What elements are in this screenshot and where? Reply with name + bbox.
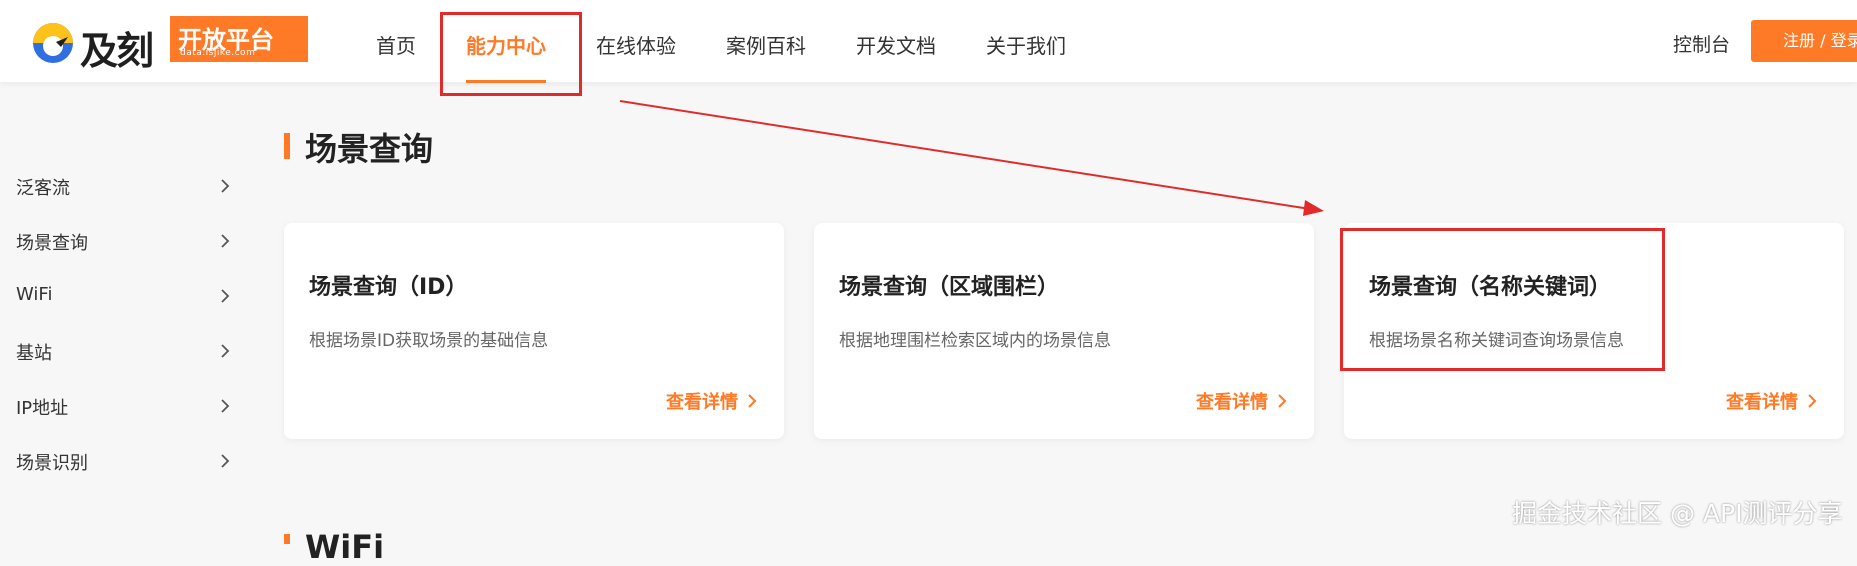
view-details-link[interactable]: 查看详情 xyxy=(1196,388,1288,414)
view-details-label: 查看详情 xyxy=(1726,392,1798,413)
view-details-label: 查看详情 xyxy=(666,392,738,413)
card-scene-query-geofence[interactable]: 场景查询（区域围栏） 根据地理围栏检索区域内的场景信息 查看详情 xyxy=(814,223,1314,439)
bird-logo-icon xyxy=(33,23,73,63)
watermark: 掘金技术社区 @ API测评分享 xyxy=(1512,499,1843,528)
nav-case-encyclopedia[interactable]: 案例百科 xyxy=(726,30,806,59)
nav-online-trial[interactable]: 在线体验 xyxy=(596,30,676,59)
console-link[interactable]: 控制台 xyxy=(1673,30,1730,57)
sidebar-item-label: 基站 xyxy=(16,343,52,364)
card-title: 场景查询（区域围栏） xyxy=(839,275,1060,300)
card-description: 根据地理围栏检索区域内的场景信息 xyxy=(839,331,1111,351)
logo-text: 及刻 xyxy=(80,29,154,73)
section-accent-bar xyxy=(284,534,290,544)
sidebar-item-base-station[interactable]: 基站 xyxy=(16,339,232,369)
chevron-right-icon xyxy=(221,344,230,358)
logo-tag: 开放平台 data.isjike.com xyxy=(170,16,308,62)
section-title-wifi: WiFi xyxy=(305,528,385,566)
nav-about-us[interactable]: 关于我们 xyxy=(986,30,1066,59)
chevron-right-icon xyxy=(221,179,230,193)
logo[interactable]: 及刻 开放平台 data.isjike.com xyxy=(30,16,308,73)
view-details-link[interactable]: 查看详情 xyxy=(1726,388,1818,414)
section-title: 场景查询 xyxy=(305,130,434,168)
sidebar-item-label: 泛客流 xyxy=(16,178,70,199)
logo-domain: data.isjike.com xyxy=(180,48,256,58)
chevron-right-icon xyxy=(748,394,757,408)
chevron-right-icon xyxy=(1278,394,1287,408)
sidebar-item-label: 场景查询 xyxy=(16,233,88,254)
sidebar-item-scene-recognition[interactable]: 场景识别 xyxy=(16,449,232,479)
view-details-label: 查看详情 xyxy=(1196,392,1268,413)
sidebar-item-label: IP地址 xyxy=(16,398,69,419)
sidebar-item-label: WiFi xyxy=(16,284,53,305)
chevron-right-icon xyxy=(1808,394,1817,408)
sidebar-item-ip-address[interactable]: IP地址 xyxy=(16,394,232,424)
top-header: 及刻 开放平台 data.isjike.com 首页 能力中心 在线体验 案例百… xyxy=(0,0,1857,83)
chevron-right-icon xyxy=(221,234,230,248)
nav-dev-docs[interactable]: 开发文档 xyxy=(856,30,936,59)
view-details-link[interactable]: 查看详情 xyxy=(666,388,758,414)
card-title: 场景查询（ID） xyxy=(309,275,468,300)
login-register-button[interactable]: 注册 / 登录 xyxy=(1751,20,1857,62)
sidebar-item-scene-query[interactable]: 场景查询 xyxy=(16,229,232,259)
chevron-right-icon xyxy=(221,399,230,413)
annotation-box-nav xyxy=(440,12,582,96)
chevron-right-icon xyxy=(221,289,230,303)
section-accent-bar xyxy=(284,133,290,159)
sidebar-item-label: 场景识别 xyxy=(16,453,88,474)
card-scene-query-id[interactable]: 场景查询（ID） 根据场景ID获取场景的基础信息 查看详情 xyxy=(284,223,784,439)
annotation-box-keyword-card xyxy=(1340,228,1665,371)
card-description: 根据场景ID获取场景的基础信息 xyxy=(309,331,549,351)
chevron-right-icon xyxy=(221,454,230,468)
nav-home[interactable]: 首页 xyxy=(376,30,416,59)
sidebar-item-foot-traffic[interactable]: 泛客流 xyxy=(16,174,232,204)
sidebar-item-wifi[interactable]: WiFi xyxy=(16,284,232,314)
